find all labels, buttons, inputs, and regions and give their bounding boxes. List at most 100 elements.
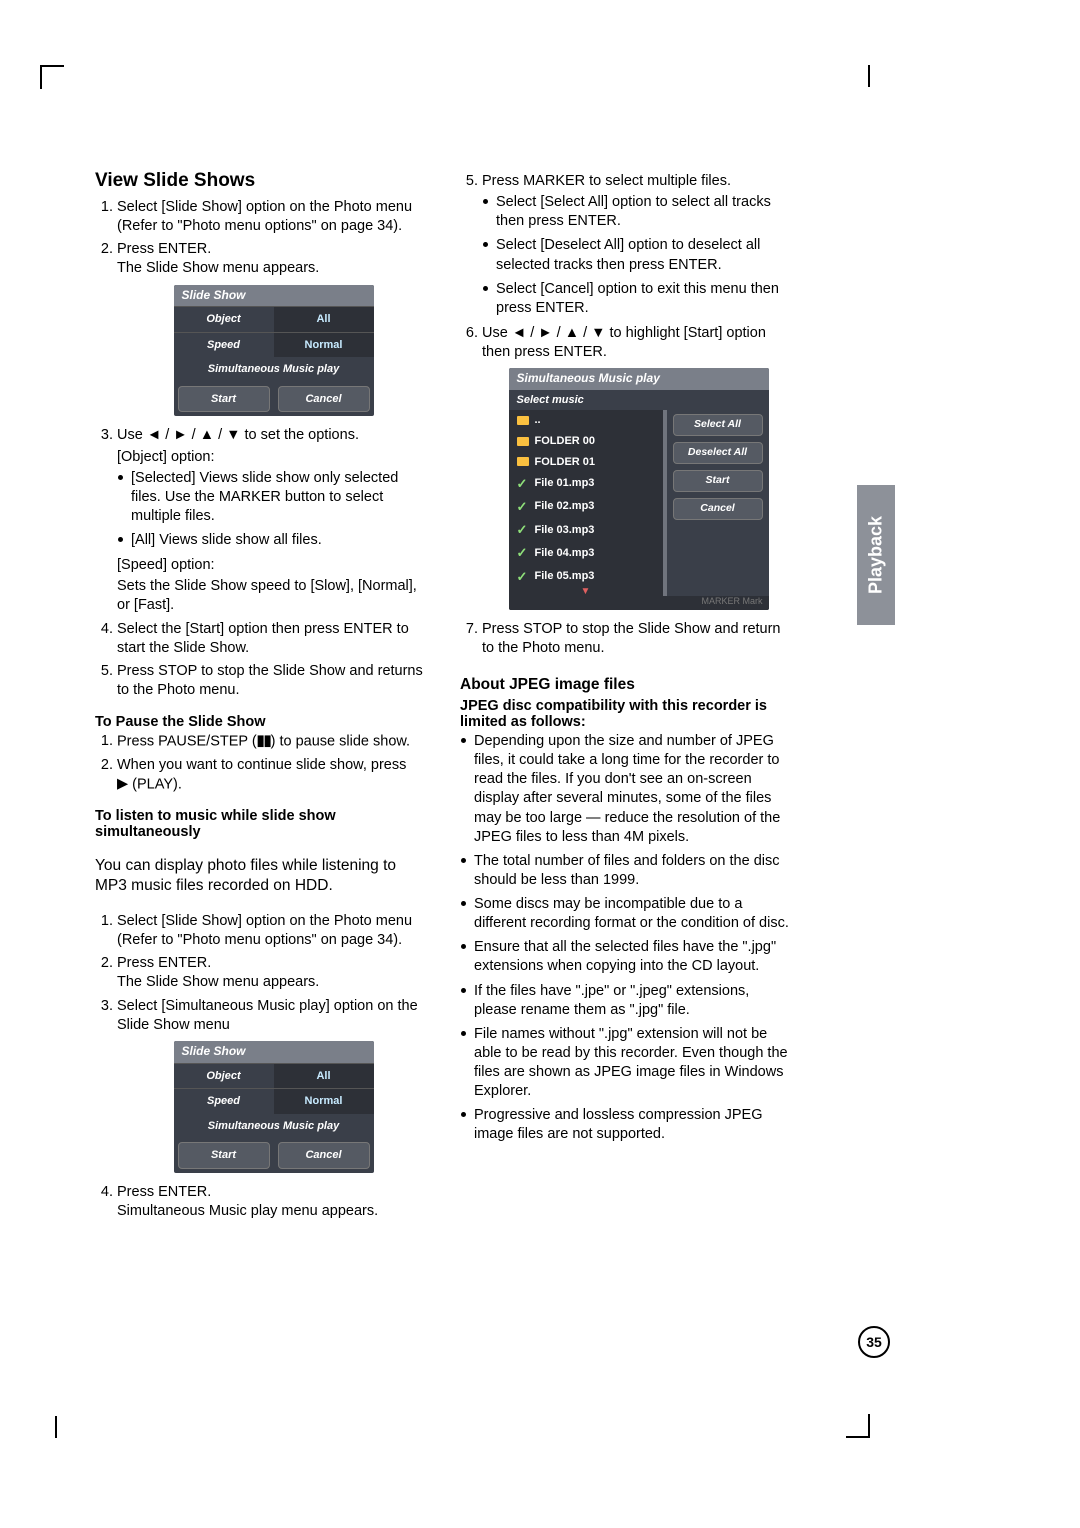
right-steps: Press MARKER to select multiple files. S…	[460, 172, 795, 658]
play-icon: ▶	[117, 775, 128, 794]
object-option-selected: [Selected] Views slide show only selecte…	[131, 469, 430, 526]
list-item: FOLDER 01	[535, 455, 596, 470]
check-icon: ✓	[517, 521, 529, 538]
osd-music-select: Simultaneous Music play Select music .. …	[509, 368, 769, 610]
object-option-label: [Object] option:	[117, 448, 430, 467]
osd-speed-label: Speed	[174, 333, 274, 358]
speed-option-label: [Speed] option:	[117, 556, 430, 575]
step-2-line2: The Slide Show menu appears.	[117, 260, 319, 276]
list-item: ..	[535, 413, 541, 428]
step-1: Select [Slide Show] option on the Photo …	[117, 198, 430, 236]
folder-icon	[517, 416, 529, 425]
check-icon: ✓	[517, 544, 529, 561]
pause-icon: ▮▮	[257, 732, 271, 751]
right-step-5-text: Press MARKER to select multiple files.	[482, 173, 731, 189]
right-column: Press MARKER to select multiple files. S…	[460, 170, 795, 1225]
right-step-5: Press MARKER to select multiple files. S…	[482, 172, 795, 318]
list-item: FOLDER 00	[535, 434, 596, 449]
osd-music-list: .. FOLDER 00 FOLDER 01 ✓File 01.mp3 ✓Fil…	[509, 410, 663, 595]
listen-step-2: Press ENTER. The Slide Show menu appears…	[117, 954, 430, 992]
osd-cancel-button: Cancel	[278, 386, 370, 413]
step-3: Use ◄ / ► / ▲ / ▼ to set the options. [O…	[117, 426, 430, 615]
listen-step-1: Select [Slide Show] option on the Photo …	[117, 912, 430, 950]
crop-mark-br	[846, 1414, 870, 1438]
r5-bullet-cancel: Select [Cancel] option to exit this menu…	[496, 280, 795, 318]
crop-mark-bl	[55, 1416, 63, 1438]
page-content: View Slide Shows Select [Slide Show] opt…	[95, 170, 795, 1225]
scroll-down-icon: ▼	[509, 588, 663, 596]
osd2-title: Slide Show	[174, 1041, 374, 1063]
listen-step-4a: Press ENTER.	[117, 1184, 211, 1200]
osd-sim-music: Simultaneous Music play	[174, 357, 374, 382]
r5-bullet-deselectall: Select [Deselect All] option to deselect…	[496, 236, 795, 274]
pause-step-1a: Press PAUSE/STEP (	[117, 733, 257, 749]
slideshow-steps: Select [Slide Show] option on the Photo …	[95, 198, 430, 700]
crop-mark-tl	[40, 65, 64, 89]
jpeg-b1: Depending upon the size and number of JP…	[474, 732, 795, 847]
pause-step-2a: When you want to continue slide show, pr…	[117, 757, 406, 773]
heading-about-jpeg: About JPEG image files	[460, 676, 795, 694]
heading-view-slide-shows: View Slide Shows	[95, 170, 430, 192]
jpeg-b3: Some discs may be incompatible due to a …	[474, 895, 795, 933]
pause-step-2: When you want to continue slide show, pr…	[117, 756, 430, 795]
jpeg-b6: File names without ".jpg" extension will…	[474, 1025, 795, 1102]
osd-music-title: Simultaneous Music play	[509, 368, 769, 390]
list-item: File 02.mp3	[535, 499, 595, 514]
osd2-speed-value: Normal	[274, 1089, 374, 1114]
osd-slide-show-menu: Slide Show Object All Speed Normal Simul…	[174, 285, 374, 417]
osd2-object-value: All	[274, 1064, 374, 1089]
step-5: Press STOP to stop the Slide Show and re…	[117, 662, 430, 700]
listen-step-2b: The Slide Show menu appears.	[117, 974, 319, 990]
osd-start-button: Start	[178, 386, 270, 413]
osd-speed-value: Normal	[274, 333, 374, 358]
jpeg-b5: If the files have ".jpe" or ".jpeg" exte…	[474, 982, 795, 1020]
speed-option-desc: Sets the Slide Show speed to [Slow], [No…	[117, 577, 430, 615]
list-item: File 04.mp3	[535, 546, 595, 561]
step-3-line1: Use ◄ / ► / ▲ / ▼ to set the options.	[117, 427, 359, 443]
jpeg-b4: Ensure that all the selected files have …	[474, 938, 795, 976]
right-step-7: Press STOP to stop the Slide Show and re…	[482, 620, 795, 658]
osd-btn-deselectall: Deselect All	[673, 442, 763, 464]
check-icon: ✓	[517, 498, 529, 515]
object-option-all: [All] Views slide show all files.	[131, 531, 430, 550]
listen-steps: Select [Slide Show] option on the Photo …	[95, 912, 430, 1221]
listen-step-3: Select [Simultaneous Music play] option …	[117, 997, 430, 1173]
pause-step-2b: (PLAY).	[128, 776, 182, 792]
osd2-start-button: Start	[178, 1142, 270, 1169]
jpeg-b7: Progressive and lossless compression JPE…	[474, 1106, 795, 1144]
osd-btn-cancel: Cancel	[673, 498, 763, 520]
listen-step-3-text: Select [Simultaneous Music play] option …	[117, 998, 418, 1033]
osd2-sim-music: Simultaneous Music play	[174, 1114, 374, 1139]
pause-steps: Press PAUSE/STEP (▮▮) to pause slide sho…	[95, 732, 430, 794]
heading-pause-slideshow: To Pause the Slide Show	[95, 714, 430, 730]
folder-icon	[517, 437, 529, 446]
osd-side-buttons: Select All Deselect All Start Cancel	[667, 410, 769, 595]
right-step-6: Use ◄ / ► / ▲ / ▼ to highlight [Start] o…	[482, 324, 795, 610]
listen-step-4b: Simultaneous Music play menu appears.	[117, 1203, 378, 1219]
step-4: Select the [Start] option then press ENT…	[117, 620, 430, 658]
list-item: File 03.mp3	[535, 523, 595, 538]
step-2-line1: Press ENTER.	[117, 241, 211, 257]
pause-step-1b: ) to pause slide show.	[271, 733, 410, 749]
osd2-cancel-button: Cancel	[278, 1142, 370, 1169]
osd2-speed-label: Speed	[174, 1089, 274, 1114]
osd-title: Slide Show	[174, 285, 374, 307]
jpeg-b2: The total number of files and folders on…	[474, 852, 795, 890]
jpeg-bullets: Depending upon the size and number of JP…	[460, 732, 795, 1145]
right-step-6-text: Use ◄ / ► / ▲ / ▼ to highlight [Start] o…	[482, 325, 766, 360]
osd-btn-start: Start	[673, 470, 763, 492]
crop-mark-tr	[862, 65, 870, 87]
osd-object-label: Object	[174, 307, 274, 332]
osd-music-subtitle: Select music	[509, 390, 769, 411]
listen-step-4: Press ENTER. Simultaneous Music play men…	[117, 1183, 430, 1221]
osd2-object-label: Object	[174, 1064, 274, 1089]
jpeg-subheading: JPEG disc compatibility with this record…	[460, 698, 795, 730]
step-2: Press ENTER. The Slide Show menu appears…	[117, 240, 430, 416]
folder-icon	[517, 457, 529, 466]
osd-btn-selectall: Select All	[673, 414, 763, 436]
listen-music-para: You can display photo files while listen…	[95, 856, 430, 897]
check-icon: ✓	[517, 568, 529, 585]
heading-listen-music: To listen to music while slide show simu…	[95, 808, 430, 840]
r5-bullet-selectall: Select [Select All] option to select all…	[496, 193, 795, 231]
osd-object-value: All	[274, 307, 374, 332]
